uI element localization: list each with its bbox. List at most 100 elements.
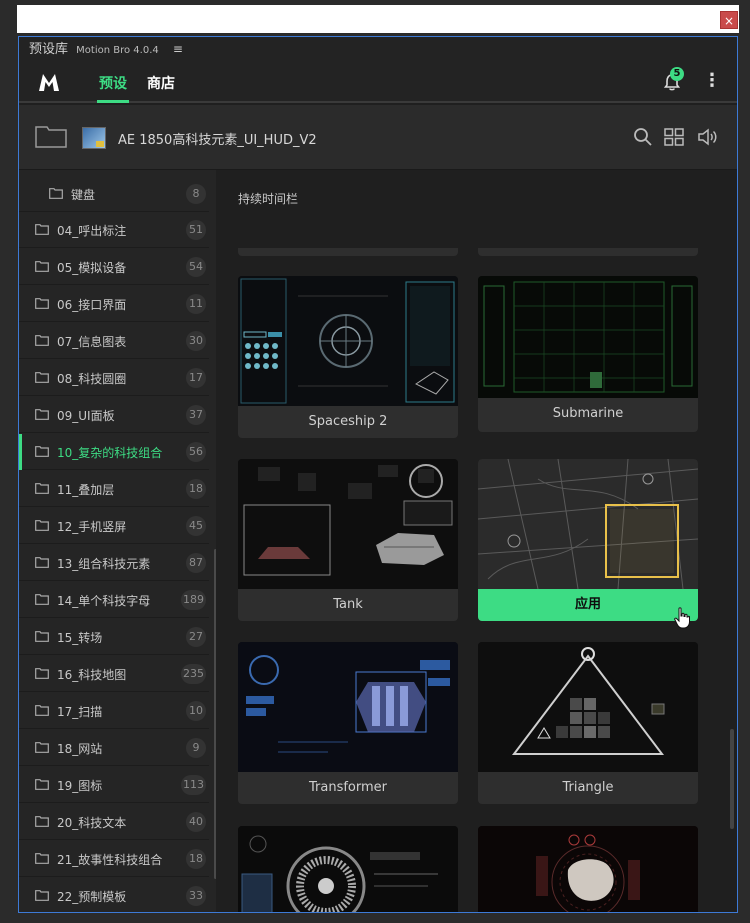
active-tab-indicator bbox=[97, 100, 129, 103]
sidebar-item-label: 12_手机竖屏 bbox=[57, 520, 127, 534]
preset-thumbnail bbox=[478, 276, 698, 398]
preset-card-spaceship-2[interactable]: Spaceship 2 bbox=[238, 276, 458, 438]
more-options-icon[interactable]: ⋮ bbox=[703, 70, 721, 92]
previous-row-edge bbox=[478, 248, 698, 256]
preset-grid-area: 持续时间栏 Spaceship 2 Submarine Tank 应用 Tran… bbox=[216, 170, 737, 912]
sidebar-item-label: 10_复杂的科技组合 bbox=[57, 446, 163, 460]
sidebar-item-label: 22_预制模板 bbox=[57, 890, 127, 904]
motion-bro-logo-icon bbox=[39, 74, 59, 91]
sidebar-item-count: 56 bbox=[186, 442, 206, 462]
sidebar-item-count: 113 bbox=[181, 775, 206, 795]
sidebar-item-label: 17_扫描 bbox=[57, 705, 103, 719]
preset-thumbnail bbox=[238, 459, 458, 589]
close-button[interactable]: × bbox=[720, 11, 738, 29]
preset-card-tank[interactable]: Tank bbox=[238, 459, 458, 621]
sidebar-item-21[interactable]: 21_故事性科技组合 18 bbox=[19, 841, 209, 877]
sidebar-item-08[interactable]: 08_科技圆圈 17 bbox=[19, 360, 209, 396]
sidebar-item-14[interactable]: 14_单个科技字母 189 bbox=[19, 582, 209, 618]
folder-icon bbox=[35, 890, 49, 901]
sidebar-item-label: 16_科技地图 bbox=[57, 668, 127, 682]
sidebar-item-label: 15_转场 bbox=[57, 631, 103, 645]
hand-cursor-icon bbox=[674, 607, 690, 629]
folder-icon bbox=[35, 483, 49, 494]
folder-icon bbox=[35, 335, 49, 346]
folder-icon[interactable] bbox=[35, 124, 67, 148]
sidebar-item-label: 13_组合科技元素 bbox=[57, 557, 151, 571]
sidebar-item-09[interactable]: 09_UI面板 37 bbox=[19, 397, 209, 433]
preset-card-label: Submarine bbox=[552, 406, 624, 421]
preset-card-submarine[interactable]: Submarine bbox=[478, 276, 698, 432]
preset-card-rock[interactable] bbox=[478, 826, 698, 912]
sidebar-item-count: 33 bbox=[186, 886, 206, 906]
sidebar-item-count: 40 bbox=[186, 812, 206, 832]
preset-card-label: Spaceship 2 bbox=[308, 414, 388, 429]
sidebar-item-label: 18_网站 bbox=[57, 742, 103, 756]
category-sidebar: 键盘 8 04_呼出标注 51 05_模拟设备 54 06_接口界面 11 07… bbox=[19, 170, 216, 912]
sidebar-item-label: 20_科技文本 bbox=[57, 816, 127, 830]
sidebar-item-count: 45 bbox=[186, 516, 206, 536]
grid-view-icon[interactable] bbox=[664, 127, 684, 147]
sidebar-item-10[interactable]: 10_复杂的科技组合 56 bbox=[19, 434, 209, 470]
sidebar-item-keyboard[interactable]: 键盘 8 bbox=[19, 176, 209, 212]
folder-icon bbox=[49, 188, 63, 199]
preset-thumbnail bbox=[478, 459, 698, 589]
folder-icon bbox=[35, 520, 49, 531]
sidebar-item-label: 08_科技圆圈 bbox=[57, 372, 127, 386]
folder-icon bbox=[35, 224, 49, 235]
preset-thumbnail bbox=[478, 826, 698, 912]
folder-icon bbox=[35, 372, 49, 383]
sidebar-item-22[interactable]: 22_预制模板 33 bbox=[19, 878, 209, 912]
sidebar-item-13[interactable]: 13_组合科技元素 87 bbox=[19, 545, 209, 581]
sidebar-item-label: 09_UI面板 bbox=[57, 409, 115, 423]
sidebar-item-count: 87 bbox=[186, 553, 206, 573]
preset-thumbnail bbox=[238, 642, 458, 772]
section-title: 持续时间栏 bbox=[238, 192, 299, 206]
tank-hud-thumbnail bbox=[238, 459, 458, 589]
sidebar-item-16[interactable]: 16_科技地图 235 bbox=[19, 656, 209, 692]
sidebar-item-label: 04_呼出标注 bbox=[57, 224, 127, 238]
sidebar-item-19[interactable]: 19_图标 113 bbox=[19, 767, 209, 803]
sidebar-item-label: 键盘 bbox=[71, 188, 96, 202]
content-scrollbar[interactable] bbox=[730, 729, 734, 829]
sidebar-item-06[interactable]: 06_接口界面 11 bbox=[19, 286, 209, 322]
preset-card-transformer[interactable]: Transformer bbox=[238, 642, 458, 804]
folder-icon bbox=[35, 261, 49, 272]
sidebar-item-label: 21_故事性科技组合 bbox=[57, 853, 163, 867]
sidebar-item-20[interactable]: 20_科技文本 40 bbox=[19, 804, 209, 840]
submarine-hud-thumbnail bbox=[478, 276, 698, 398]
motion-bro-panel: 预设库 Motion Bro 4.0.4 ≡ 预设 商店 5 ⋮ AE 1850… bbox=[18, 36, 738, 913]
sidebar-item-count: 30 bbox=[186, 331, 206, 351]
folder-icon bbox=[35, 298, 49, 309]
speaker-icon[interactable] bbox=[697, 127, 719, 147]
sidebar-item-12[interactable]: 12_手机竖屏 45 bbox=[19, 508, 209, 544]
tab-presets[interactable]: 预设 bbox=[99, 73, 127, 93]
search-icon[interactable] bbox=[633, 127, 653, 147]
sidebar-item-count: 189 bbox=[181, 590, 206, 610]
preset-card-city-map[interactable]: 应用 bbox=[478, 459, 698, 621]
panel-menu-icon[interactable]: ≡ bbox=[173, 42, 183, 56]
sidebar-item-count: 8 bbox=[186, 184, 206, 204]
sidebar-item-label: 19_图标 bbox=[57, 779, 103, 793]
sidebar-item-17[interactable]: 17_扫描 10 bbox=[19, 693, 209, 729]
preset-card-label: Tank bbox=[333, 597, 363, 612]
sidebar-item-15[interactable]: 15_转场 27 bbox=[19, 619, 209, 655]
sidebar-item-count: 9 bbox=[186, 738, 206, 758]
sidebar-item-count: 27 bbox=[186, 627, 206, 647]
preset-card-turbine[interactable] bbox=[238, 826, 458, 912]
sidebar-item-04[interactable]: 04_呼出标注 51 bbox=[19, 212, 209, 248]
sidebar-item-11[interactable]: 11_叠加层 18 bbox=[19, 471, 209, 507]
sidebar-item-05[interactable]: 05_模拟设备 54 bbox=[19, 249, 209, 285]
sidebar-item-count: 235 bbox=[181, 664, 206, 684]
preset-card-triangle[interactable]: Triangle bbox=[478, 642, 698, 804]
tab-store[interactable]: 商店 bbox=[147, 73, 175, 93]
apply-button[interactable]: 应用 bbox=[478, 589, 698, 621]
rock-hud-thumbnail bbox=[478, 826, 698, 912]
sidebar-item-count: 54 bbox=[186, 257, 206, 277]
transformer-hud-thumbnail bbox=[238, 642, 458, 772]
active-indicator bbox=[19, 434, 22, 470]
previous-row-edge bbox=[238, 248, 458, 256]
sidebar-item-18[interactable]: 18_网站 9 bbox=[19, 730, 209, 766]
sidebar-item-07[interactable]: 07_信息图表 30 bbox=[19, 323, 209, 359]
sidebar-item-label: 07_信息图表 bbox=[57, 335, 127, 349]
sidebar-item-count: 10 bbox=[186, 701, 206, 721]
